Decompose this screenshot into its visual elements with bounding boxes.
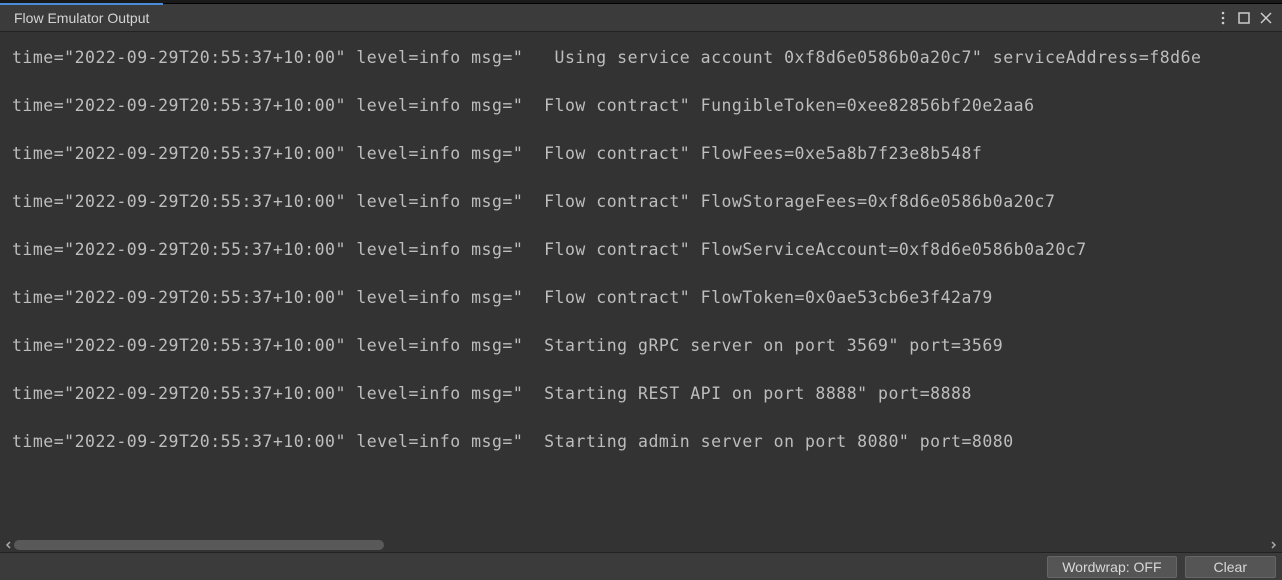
- log-line: time="2022-09-29T20:55:37+10:00" level=i…: [12, 430, 1270, 454]
- maximize-icon[interactable]: [1236, 10, 1252, 26]
- log-line: time="2022-09-29T20:55:37+10:00" level=i…: [12, 334, 1270, 358]
- clear-label: Clear: [1214, 559, 1247, 575]
- window-controls: [1216, 10, 1282, 26]
- wordwrap-toggle[interactable]: Wordwrap: OFF: [1047, 556, 1176, 578]
- log-line: time="2022-09-29T20:55:37+10:00" level=i…: [12, 190, 1270, 214]
- panel-title: Flow Emulator Output: [14, 10, 149, 26]
- log-line: time="2022-09-29T20:55:37+10:00" level=i…: [12, 46, 1270, 70]
- panel-title-tab[interactable]: Flow Emulator Output: [0, 3, 163, 31]
- log-line: time="2022-09-29T20:55:37+10:00" level=i…: [12, 382, 1270, 406]
- scrollbar-track[interactable]: [14, 540, 1268, 550]
- scrollbar-thumb[interactable]: [14, 540, 384, 550]
- close-icon[interactable]: [1258, 10, 1274, 26]
- scroll-right-icon[interactable]: [1268, 540, 1278, 550]
- log-line: time="2022-09-29T20:55:37+10:00" level=i…: [12, 142, 1270, 166]
- wordwrap-label: Wordwrap: OFF: [1062, 559, 1161, 575]
- log-line: time="2022-09-29T20:55:37+10:00" level=i…: [12, 286, 1270, 310]
- clear-button[interactable]: Clear: [1185, 556, 1276, 578]
- panel-title-bar: Flow Emulator Output: [0, 4, 1282, 32]
- log-container: time="2022-09-29T20:55:37+10:00" level=i…: [12, 46, 1270, 454]
- status-bar: Wordwrap: OFF Clear: [0, 552, 1282, 580]
- scroll-left-icon[interactable]: [4, 540, 14, 550]
- log-line: time="2022-09-29T20:55:37+10:00" level=i…: [12, 238, 1270, 262]
- console-output: time="2022-09-29T20:55:37+10:00" level=i…: [0, 32, 1282, 552]
- log-line: time="2022-09-29T20:55:37+10:00" level=i…: [12, 94, 1270, 118]
- more-icon[interactable]: [1216, 10, 1230, 26]
- horizontal-scrollbar[interactable]: [4, 538, 1278, 552]
